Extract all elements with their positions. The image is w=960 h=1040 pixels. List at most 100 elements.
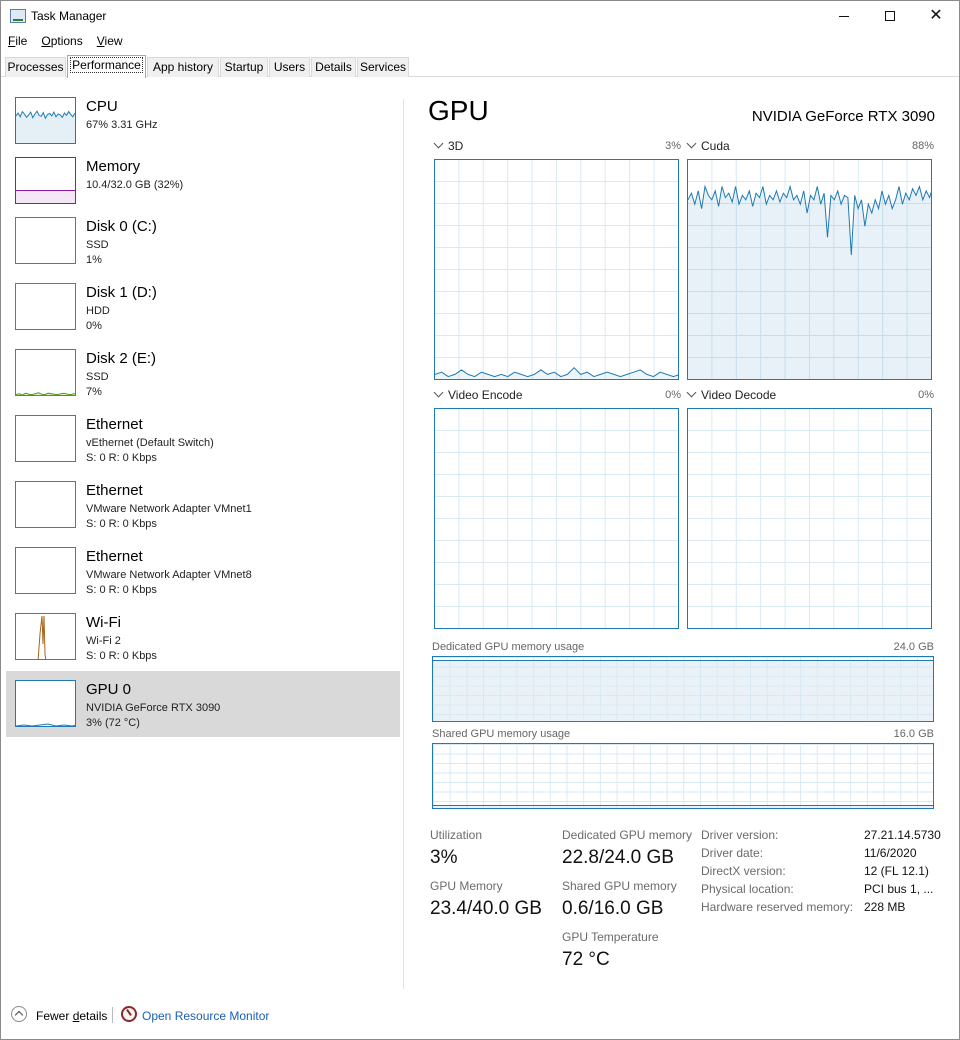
- sidebar-item-detail: 3% (72 °C): [86, 717, 140, 729]
- wifi-thumbnail-graph: [15, 613, 76, 660]
- tab-details[interactable]: Details: [311, 57, 356, 77]
- fewer-details-button[interactable]: Fewer details: [36, 1009, 107, 1023]
- window-title: Task Manager: [31, 9, 107, 23]
- directx-version-value: 12 (FL 12.1): [864, 864, 929, 878]
- tab-services[interactable]: Services: [357, 57, 409, 77]
- dedicated-memory-label: Dedicated GPU memory usage: [432, 641, 585, 653]
- engine-video-decode-graph: [687, 408, 932, 629]
- engine-video-encode-percent: 0%: [665, 389, 681, 401]
- sidebar-item-title: Disk 0 (C:): [86, 218, 157, 235]
- sidebar-item-cpu[interactable]: CPU 67% 3.31 GHz: [6, 94, 400, 160]
- maximize-button[interactable]: [867, 1, 913, 31]
- menu-file[interactable]: File: [1, 32, 34, 52]
- sidebar-item-title: Wi-Fi: [86, 614, 121, 631]
- sidebar-item-title: Disk 2 (E:): [86, 350, 157, 367]
- sidebar-item-title: Ethernet: [86, 416, 143, 433]
- menu-bar: File Options View: [1, 32, 130, 52]
- sidebar-item-title: GPU 0: [86, 681, 132, 698]
- resource-monitor-icon: [121, 1006, 137, 1022]
- chevron-down-icon: [686, 138, 697, 149]
- disk-thumbnail-graph: [15, 217, 76, 264]
- engine-cuda-graph: [687, 159, 932, 380]
- engine-3d-percent: 3%: [665, 140, 681, 152]
- sidebar-item-detail: HDD: [86, 305, 110, 317]
- engine-3d-graph: [434, 159, 679, 380]
- sidebar-item-disk-2[interactable]: Disk 2 (E:) SSD 7%: [6, 346, 400, 412]
- cpu-thumbnail-graph: [15, 97, 76, 144]
- shared-memory-max: 16.0 GB: [893, 728, 934, 740]
- gpu-thumbnail-graph: [15, 680, 76, 727]
- shared-memory-label: Shared GPU memory usage: [432, 728, 571, 740]
- sidebar-item-ethernet-2[interactable]: Ethernet VMware Network Adapter VMnet1 S…: [6, 478, 400, 544]
- sidebar-item-title: Memory: [86, 158, 141, 175]
- cpu-series-area: [16, 111, 75, 143]
- sidebar-item-gpu-0[interactable]: GPU 0 NVIDIA GeForce RTX 3090 3% (72 °C): [6, 671, 400, 737]
- sidebar-item-detail: 7%: [86, 386, 102, 398]
- sidebar-item-ethernet-3[interactable]: Ethernet VMware Network Adapter VMnet8 S…: [6, 544, 400, 610]
- close-icon: ✕: [929, 7, 943, 24]
- shared-memory-stat-label: Shared GPU memory: [562, 879, 677, 893]
- minimize-button[interactable]: [821, 1, 867, 31]
- tab-processes[interactable]: Processes: [5, 57, 66, 77]
- directx-version-label: DirectX version:: [701, 864, 786, 878]
- menu-view[interactable]: View: [90, 32, 130, 52]
- engine-selector-cuda[interactable]: Cuda: [686, 138, 730, 153]
- driver-version-value: 27.21.14.5730: [864, 828, 941, 842]
- sidebar-item-title: Disk 1 (D:): [86, 284, 157, 301]
- sidebar-item-detail: 67% 3.31 GHz: [86, 119, 158, 131]
- chevron-down-icon: [433, 387, 444, 398]
- tab-users[interactable]: Users: [269, 57, 310, 77]
- shared-memory-stat-value: 0.6/16.0 GB: [562, 898, 664, 919]
- sidebar-item-detail: 0%: [86, 320, 102, 332]
- tab-app-history[interactable]: App history: [147, 57, 219, 77]
- sidebar-item-detail: Wi-Fi 2: [86, 635, 121, 647]
- engine-cuda-series-area: [688, 186, 931, 379]
- engine-cuda-percent: 88%: [911, 140, 934, 152]
- engine-selector-3d[interactable]: 3D: [433, 138, 463, 153]
- title-bar: Task Manager ✕: [1, 1, 959, 31]
- sidebar-item-disk-0[interactable]: Disk 0 (C:) SSD 1%: [6, 214, 400, 280]
- driver-date-label: Driver date:: [701, 846, 764, 860]
- sidebar-item-ethernet-1[interactable]: Ethernet vEthernet (Default Switch) S: 0…: [6, 412, 400, 478]
- dedicated-memory-max: 24.0 GB: [893, 641, 934, 653]
- menu-options[interactable]: Options: [34, 32, 89, 52]
- tab-startup[interactable]: Startup: [220, 57, 268, 77]
- sidebar-item-detail: NVIDIA GeForce RTX 3090: [86, 702, 221, 714]
- panel-divider: [403, 99, 404, 989]
- gpu-memory-label: GPU Memory: [430, 879, 503, 893]
- chevron-down-icon: [686, 387, 697, 398]
- tab-bar: Processes Performance App history Startu…: [1, 55, 959, 78]
- sidebar-item-detail: S: 0 R: 0 Kbps: [86, 584, 157, 596]
- sidebar-item-memory[interactable]: Memory 10.4/32.0 GB (32%): [6, 154, 400, 220]
- sidebar-item-detail: VMware Network Adapter VMnet1: [86, 503, 252, 515]
- minimize-icon: [839, 15, 849, 17]
- sidebar-item-detail: S: 0 R: 0 Kbps: [86, 650, 157, 662]
- engine-selector-video-decode[interactable]: Video Decode: [686, 387, 776, 402]
- tab-performance[interactable]: Performance: [67, 55, 146, 78]
- utilization-value: 3%: [430, 847, 458, 868]
- sidebar-item-disk-1[interactable]: Disk 1 (D:) HDD 0%: [6, 280, 400, 346]
- collapse-chevron-icon[interactable]: [11, 1006, 27, 1022]
- chevron-down-icon: [433, 138, 444, 149]
- shared-memory-graph: [432, 743, 934, 809]
- disk-thumbnail-graph: [15, 349, 76, 396]
- open-resource-monitor-link[interactable]: Open Resource Monitor: [142, 1009, 269, 1023]
- close-button[interactable]: ✕: [913, 1, 959, 31]
- footer: Fewer details Open Resource Monitor: [1, 1001, 959, 1031]
- dedicated-memory-stat-value: 22.8/24.0 GB: [562, 847, 674, 868]
- engine-selector-video-encode[interactable]: Video Encode: [433, 387, 523, 402]
- sidebar-item-detail: S: 0 R: 0 Kbps: [86, 518, 157, 530]
- engine-video-decode-percent: 0%: [918, 389, 934, 401]
- gpu-temperature-label: GPU Temperature: [562, 930, 659, 944]
- sidebar-item-detail: S: 0 R: 0 Kbps: [86, 452, 157, 464]
- physical-location-value: PCI bus 1, ...: [864, 882, 934, 896]
- sidebar-item-detail: SSD: [86, 239, 109, 251]
- sidebar-item-detail: vEthernet (Default Switch): [86, 437, 214, 449]
- dedicated-memory-stat-label: Dedicated GPU memory: [562, 828, 693, 842]
- memory-thumbnail-graph: [15, 157, 76, 204]
- shared-memory-fill: [433, 805, 933, 808]
- sidebar-item-wifi[interactable]: Wi-Fi Wi-Fi 2 S: 0 R: 0 Kbps: [6, 610, 400, 676]
- maximize-icon: [885, 11, 895, 21]
- disk-thumbnail-graph: [15, 283, 76, 330]
- task-manager-window: Task Manager ✕ File Options View Process…: [0, 0, 960, 1040]
